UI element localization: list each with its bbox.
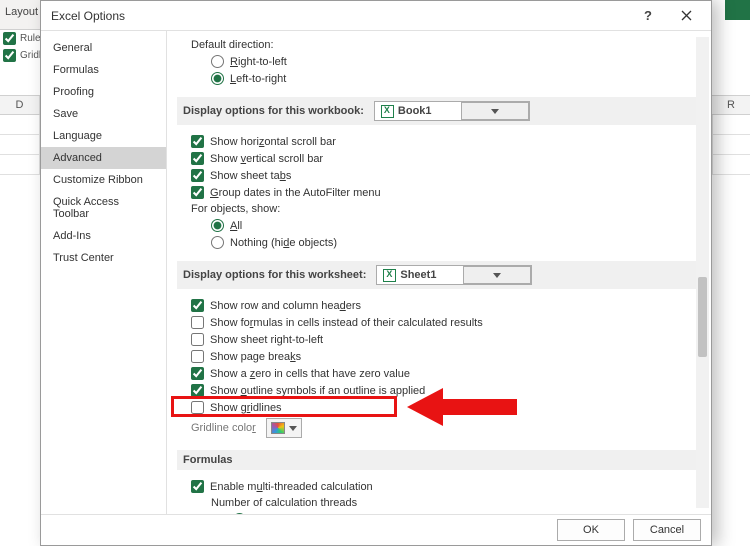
row-col-headers-label: Show row and column headers: [210, 300, 361, 312]
gridline-checkbox[interactable]: [3, 49, 16, 62]
default-direction-label: Default direction:: [177, 37, 697, 53]
calc-threads-label: Number of calculation threads: [177, 495, 697, 511]
objects-nothing-label: Nothing (hide objects): [230, 237, 337, 249]
use-all-processors-label: Use all processors on this computer:: [252, 514, 430, 515]
dialog-title: Excel Options: [51, 9, 125, 23]
workbook-combo[interactable]: Book1: [374, 101, 530, 121]
cancel-button[interactable]: Cancel: [633, 519, 701, 541]
direction-rtl-radio[interactable]: [211, 55, 224, 68]
sidebar-item-formulas[interactable]: Formulas: [41, 59, 166, 81]
outline-symbols-checkbox[interactable]: [191, 384, 204, 397]
ok-button[interactable]: OK: [557, 519, 625, 541]
close-icon: [681, 10, 692, 21]
ruler-checkbox[interactable]: [3, 32, 16, 45]
objects-all-radio[interactable]: [211, 219, 224, 232]
display-worksheet-label: Display options for this worksheet:: [183, 269, 366, 281]
show-hscrollbar-checkbox[interactable]: [191, 135, 204, 148]
display-workbook-label: Display options for this workbook:: [183, 105, 364, 117]
worksheet-combo[interactable]: Sheet1: [376, 265, 532, 285]
worksheet-combo-dropdown[interactable]: [463, 266, 531, 284]
worksheet-combo-value: Sheet1: [400, 269, 436, 281]
use-all-processors-radio[interactable]: [233, 513, 246, 514]
excel-icon: [383, 269, 396, 282]
scrollbar-thumb[interactable]: [698, 277, 707, 357]
processor-count: 4: [448, 514, 454, 515]
page-breaks-checkbox[interactable]: [191, 350, 204, 363]
sidebar-item-customize-ribbon[interactable]: Customize Ribbon: [41, 169, 166, 191]
sidebar-item-language[interactable]: Language: [41, 125, 166, 147]
objects-all-label: All: [230, 220, 242, 232]
group-dates-checkbox[interactable]: [191, 186, 204, 199]
zero-values-label: Show a zero in cells that have zero valu…: [210, 368, 410, 380]
dialog-titlebar: Excel Options ?: [41, 1, 711, 31]
sheet-rtl-checkbox[interactable]: [191, 333, 204, 346]
show-formulas-checkbox[interactable]: [191, 316, 204, 329]
outline-symbols-label: Show outline symbols if an outline is ap…: [210, 385, 425, 397]
options-content: Default direction: Right-to-left Left-to…: [167, 31, 711, 514]
sidebar-item-proofing[interactable]: Proofing: [41, 81, 166, 103]
excel-options-dialog: Excel Options ? General Formulas Proofin…: [40, 0, 712, 546]
ribbon-tab-layout: Layout: [0, 0, 40, 30]
sidebar-item-advanced[interactable]: Advanced: [41, 147, 166, 169]
show-vscrollbar-checkbox[interactable]: [191, 152, 204, 165]
close-button[interactable]: [667, 1, 705, 31]
multithread-checkbox[interactable]: [191, 480, 204, 493]
sidebar-item-general[interactable]: General: [41, 37, 166, 59]
gridline-color-picker[interactable]: [266, 418, 302, 438]
gridline-color-label: Gridline color: [191, 422, 256, 434]
for-objects-label: For objects, show:: [177, 201, 697, 217]
zero-values-checkbox[interactable]: [191, 367, 204, 380]
sheet-rtl-label: Show sheet right-to-left: [210, 334, 323, 346]
group-dates-label: Group dates in the AutoFilter menu: [210, 187, 381, 199]
direction-rtl-label: Right-to-left: [230, 56, 287, 68]
objects-nothing-radio[interactable]: [211, 236, 224, 249]
sidebar-item-trust-center[interactable]: Trust Center: [41, 247, 166, 269]
multithread-label: Enable multi-threaded calculation: [210, 481, 373, 493]
dialog-footer: OK Cancel: [41, 515, 711, 545]
color-swatch-icon: [271, 422, 285, 434]
show-formulas-label: Show formulas in cells instead of their …: [210, 317, 483, 329]
sidebar-item-quick-access-toolbar[interactable]: Quick Access Toolbar: [41, 191, 166, 225]
view-options-group: Ruler Gridline: [0, 30, 40, 70]
options-sidebar: General Formulas Proofing Save Language …: [41, 31, 167, 514]
sidebar-item-add-ins[interactable]: Add-Ins: [41, 225, 166, 247]
show-hscrollbar-label: Show horizontal scroll bar: [210, 136, 336, 148]
workbook-combo-value: Book1: [398, 105, 432, 117]
chevron-down-icon: [491, 109, 499, 114]
chevron-down-icon: [289, 426, 297, 431]
direction-ltr-label: Left-to-right: [230, 73, 286, 85]
show-gridlines-label: Show gridlines: [210, 402, 282, 414]
help-button[interactable]: ?: [629, 1, 667, 31]
formulas-section: Formulas: [177, 450, 697, 470]
show-gridlines-checkbox[interactable]: [191, 401, 204, 414]
sidebar-item-save[interactable]: Save: [41, 103, 166, 125]
display-workbook-section: Display options for this workbook: Book1: [177, 97, 697, 125]
chevron-down-icon: [493, 273, 501, 278]
show-sheet-tabs-checkbox[interactable]: [191, 169, 204, 182]
direction-ltr-radio[interactable]: [211, 72, 224, 85]
display-worksheet-section: Display options for this worksheet: Shee…: [177, 261, 697, 289]
row-col-headers-checkbox[interactable]: [191, 299, 204, 312]
show-vscrollbar-label: Show vertical scroll bar: [210, 153, 323, 165]
ribbon-accent: [725, 0, 750, 20]
col-header[interactable]: R: [712, 95, 750, 115]
content-vertical-scrollbar[interactable]: [696, 37, 709, 508]
show-sheet-tabs-label: Show sheet tabs: [210, 170, 291, 182]
col-header[interactable]: D: [0, 96, 40, 114]
excel-icon: [381, 105, 394, 118]
page-breaks-label: Show page breaks: [210, 351, 301, 363]
workbook-combo-dropdown[interactable]: [461, 102, 529, 120]
